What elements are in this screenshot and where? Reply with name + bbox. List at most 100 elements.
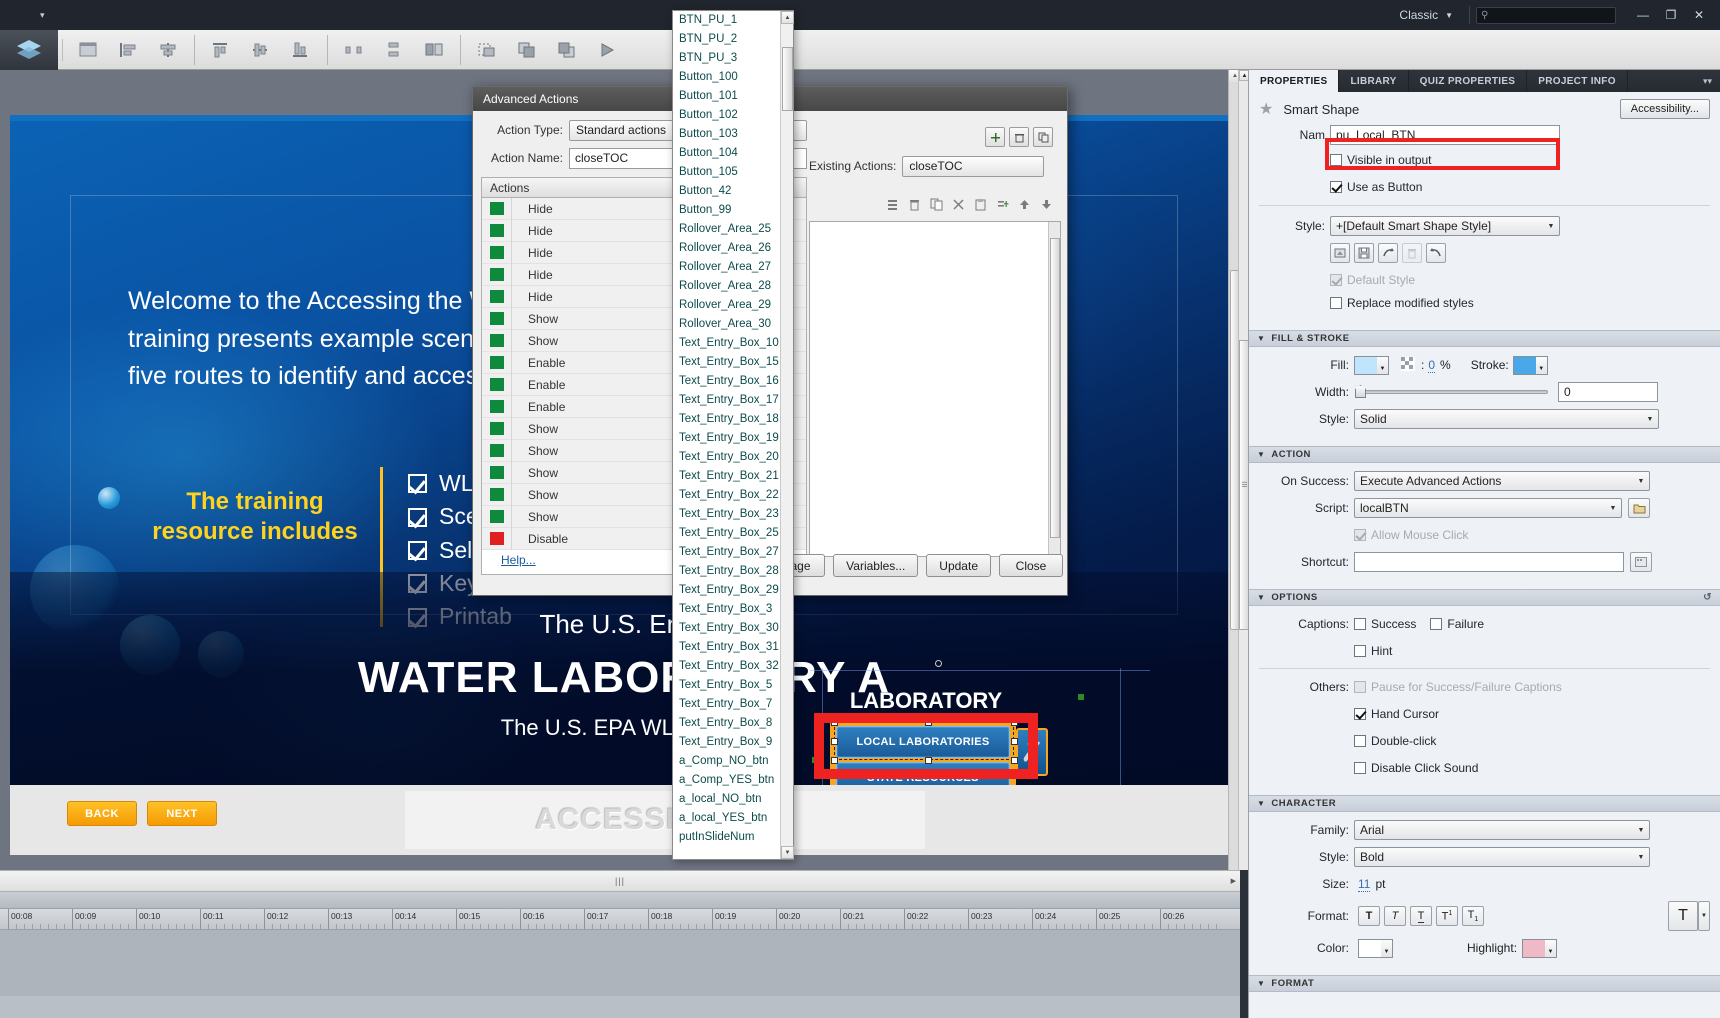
bring-front-icon[interactable]: [508, 35, 546, 65]
section-header-character[interactable]: ▼ CHARACTER: [1249, 795, 1720, 812]
browse-script-icon[interactable]: [1628, 498, 1650, 518]
dropdown-item[interactable]: a_local_NO_btn: [673, 790, 781, 809]
dropdown-item[interactable]: Button_100: [673, 68, 781, 87]
italic-icon[interactable]: T: [1384, 906, 1406, 926]
align-center-icon[interactable]: [149, 35, 187, 65]
resize-same-icon[interactable]: [415, 35, 453, 65]
workspace-selector[interactable]: Classic ▼: [1389, 8, 1463, 22]
tab-properties[interactable]: PROPERTIES: [1249, 70, 1340, 92]
name-input[interactable]: pu_Local_BTN: [1330, 125, 1560, 145]
dropdown-item[interactable]: Button_102: [673, 106, 781, 125]
shortcut-picker-icon[interactable]: [1630, 552, 1652, 572]
dropdown-item[interactable]: Button_99: [673, 201, 781, 220]
group-handle[interactable]: [1078, 694, 1084, 700]
dropdown-item[interactable]: Text_Entry_Box_22: [673, 486, 781, 505]
group-objects-icon[interactable]: [468, 35, 506, 65]
dropdown-item[interactable]: Text_Entry_Box_27: [673, 543, 781, 562]
dropdown-item[interactable]: Rollover_Area_29: [673, 296, 781, 315]
help-link[interactable]: Help...: [501, 553, 536, 567]
filmstrip-panel[interactable]: [0, 70, 10, 870]
resize-handle[interactable]: [925, 719, 932, 726]
dropdown-item[interactable]: Button_104: [673, 144, 781, 163]
hand-cursor-checkbox[interactable]: Hand Cursor: [1354, 707, 1439, 721]
style-select[interactable]: +[Default Smart Shape Style] ▼: [1330, 216, 1560, 236]
duplicate-action-button[interactable]: [1033, 127, 1053, 147]
font-style-select[interactable]: Bold ▼: [1354, 847, 1650, 867]
dropdown-item[interactable]: BTN_PU_1: [673, 11, 781, 30]
dropdown-item[interactable]: a_local_YES_btn: [673, 809, 781, 828]
dropdown-item[interactable]: Text_Entry_Box_10: [673, 334, 781, 353]
preview-icon[interactable]: [588, 35, 626, 65]
align-bottom-icon[interactable]: [282, 35, 320, 65]
collapse-arrow-icon[interactable]: ▶: [1231, 877, 1236, 885]
dropdown-item[interactable]: Rollover_Area_27: [673, 258, 781, 277]
hint-caption-checkbox[interactable]: Hint: [1354, 644, 1392, 658]
section-header-format[interactable]: ▼ FORMAT: [1249, 975, 1720, 992]
dropdown-item[interactable]: Text_Entry_Box_32: [673, 657, 781, 676]
reset-options-icon[interactable]: ↺: [1703, 592, 1712, 603]
dropdown-item[interactable]: Rollover_Area_26: [673, 239, 781, 258]
dropdown-item[interactable]: Text_Entry_Box_15: [673, 353, 781, 372]
dropdown-item[interactable]: Rollover_Area_28: [673, 277, 781, 296]
apply-style-icon[interactable]: [1330, 243, 1350, 263]
shortcut-input[interactable]: [1354, 552, 1624, 572]
cut-scissors-icon[interactable]: [952, 198, 965, 214]
dropdown-item[interactable]: Text_Entry_Box_28: [673, 562, 781, 581]
actions-preview-pane[interactable]: [809, 221, 1061, 557]
width-slider[interactable]: [1355, 385, 1548, 398]
script-select[interactable]: localBTN ▼: [1354, 498, 1622, 518]
dropdown-item[interactable]: BTN_PU_2: [673, 30, 781, 49]
distribute-horizontal-icon[interactable]: [335, 35, 373, 65]
close-button[interactable]: ✕: [1686, 5, 1712, 25]
failure-caption-checkbox[interactable]: Failure: [1430, 617, 1484, 631]
use-as-button-checkbox[interactable]: Use as Button: [1330, 180, 1422, 194]
text-color-picker[interactable]: ▼: [1358, 938, 1393, 958]
highlight-color-picker[interactable]: ▼: [1522, 938, 1558, 958]
dropdown-item[interactable]: Text_Entry_Box_20: [673, 448, 781, 467]
dropdown-item[interactable]: Button_101: [673, 87, 781, 106]
dropdown-item[interactable]: Text_Entry_Box_8: [673, 714, 781, 733]
dropdown-item[interactable]: Text_Entry_Box_25: [673, 524, 781, 543]
dropdown-scrollbar[interactable]: ▲ ▼: [780, 11, 794, 859]
scrollbar-thumb[interactable]: [782, 47, 793, 111]
dropdown-item[interactable]: Text_Entry_Box_29: [673, 581, 781, 600]
dropdown-item[interactable]: Text_Entry_Box_17: [673, 391, 781, 410]
revert-style-icon[interactable]: [1426, 243, 1446, 263]
alpha-value[interactable]: 0: [1428, 358, 1436, 373]
fill-color-picker[interactable]: ▼: [1354, 355, 1389, 375]
trash-icon[interactable]: [908, 198, 921, 214]
dropdown-item[interactable]: Text_Entry_Box_16: [673, 372, 781, 391]
chevron-down-icon[interactable]: ▼: [1698, 901, 1710, 931]
accessibility-button[interactable]: Accessibility...: [1619, 99, 1710, 119]
toolbar-grip[interactable]: [58, 29, 68, 70]
allow-mouse-click-checkbox[interactable]: Allow Mouse Click: [1354, 528, 1468, 542]
dropdown-item[interactable]: Text_Entry_Box_7: [673, 695, 781, 714]
resize-handle[interactable]: [1011, 719, 1018, 726]
close-button[interactable]: Close: [999, 554, 1063, 577]
dropdown-item[interactable]: Text_Entry_Box_3: [673, 600, 781, 619]
minimize-button[interactable]: —: [1630, 5, 1656, 25]
scroll-up-icon[interactable]: ▲: [781, 11, 794, 24]
new-slide-icon[interactable]: [69, 35, 107, 65]
search-input[interactable]: ⚲: [1476, 6, 1616, 24]
section-header-fill-stroke[interactable]: ▼ FILL & STROKE: [1249, 330, 1720, 347]
dropdown-item[interactable]: Text_Entry_Box_5: [673, 676, 781, 695]
resize-handle[interactable]: [831, 757, 838, 764]
resize-handle[interactable]: [925, 757, 932, 764]
resize-handle[interactable]: [1011, 738, 1018, 745]
maximize-button[interactable]: ❐: [1658, 5, 1684, 25]
replace-modified-styles-checkbox[interactable]: Replace modified styles: [1330, 296, 1474, 310]
width-input[interactable]: 0: [1558, 382, 1658, 402]
existing-actions-select[interactable]: closeTOC: [902, 155, 1045, 177]
distribute-vertical-icon[interactable]: [375, 35, 413, 65]
send-back-icon[interactable]: [548, 35, 586, 65]
tab-quiz-properties[interactable]: QUIZ PROPERTIES: [1409, 70, 1528, 92]
dropdown-item[interactable]: Button_105: [673, 163, 781, 182]
dropdown-item[interactable]: BTN_PU_3: [673, 49, 781, 68]
next-button[interactable]: NEXT: [147, 801, 217, 826]
font-size-value[interactable]: 11: [1358, 877, 1371, 892]
dropdown-item[interactable]: Text_Entry_Box_30: [673, 619, 781, 638]
delete-action-button[interactable]: [1009, 127, 1029, 147]
dropdown-item[interactable]: Text_Entry_Box_21: [673, 467, 781, 486]
scroll-down-icon[interactable]: ▼: [781, 846, 794, 859]
